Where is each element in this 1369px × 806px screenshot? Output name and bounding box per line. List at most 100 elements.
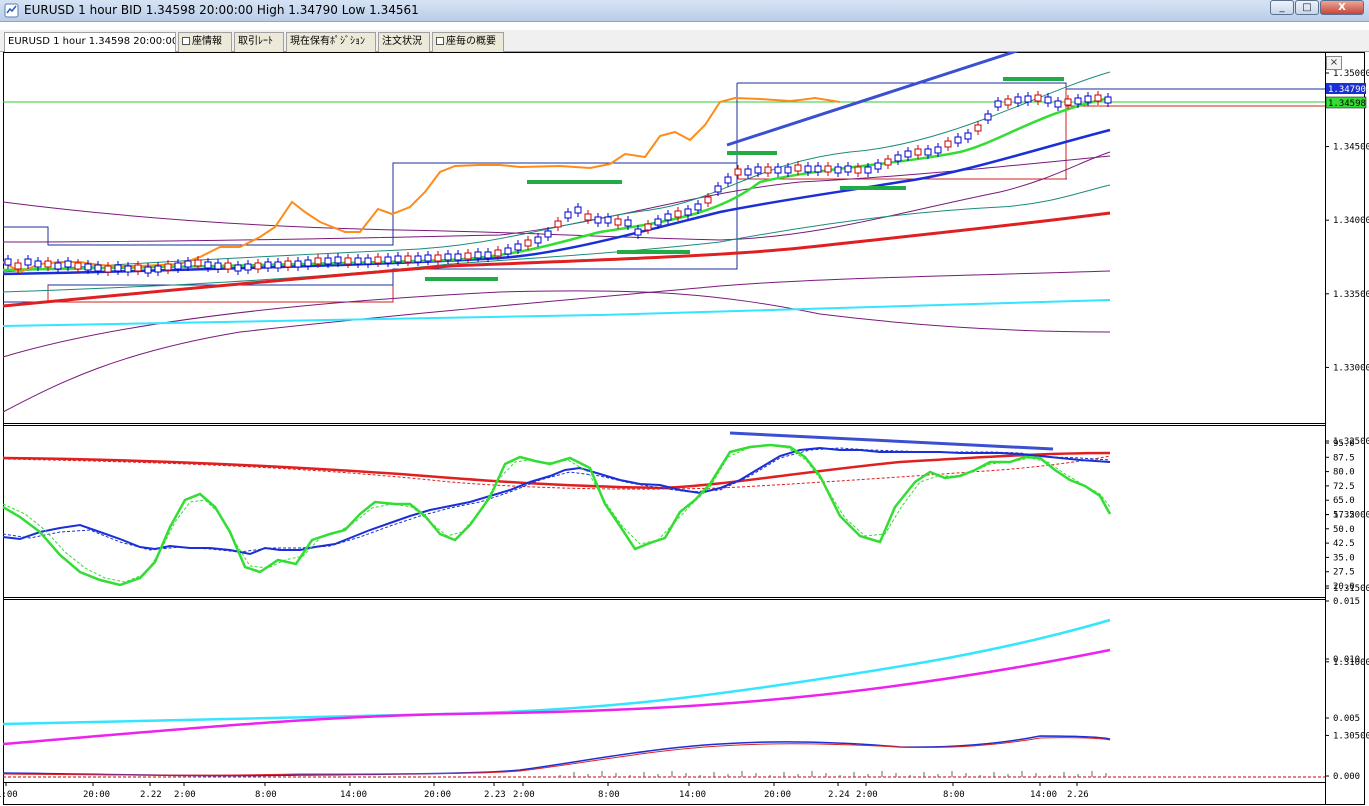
candle-body — [24, 258, 32, 266]
candle-body — [354, 257, 362, 265]
candle-body — [914, 148, 922, 156]
candle-body — [844, 165, 852, 173]
candle-body — [444, 253, 452, 261]
tab-open-positions[interactable]: 現在保有ﾎﾟｼﾞｼｮﾝ — [286, 32, 376, 52]
candle-body — [534, 236, 542, 244]
candle-body — [414, 255, 422, 263]
candle-body — [864, 166, 872, 174]
time-axis: 1:00 20:00 2.22 2:00 8:00 14:00 20:00 2.23 2:00 8… — [0, 782, 1089, 800]
candle-body — [54, 262, 62, 270]
maximize-button[interactable]: □ — [1295, 0, 1319, 15]
price-tick-label: 1.35000 — [1333, 69, 1369, 79]
current-tag-text: 1.34598 — [1328, 99, 1366, 109]
tab-label: EURUSD 1 hour 1.34598 20:00:00 — [8, 36, 176, 47]
volatility-panel — [2, 618, 1325, 778]
time-tick-label: 14:00 — [1030, 790, 1057, 800]
candle-body — [874, 162, 882, 170]
tab-account-info[interactable]: 座情報 — [178, 32, 232, 52]
candle-body — [394, 255, 402, 263]
candle-body — [694, 203, 702, 211]
candle-body — [94, 264, 102, 272]
candle-body — [504, 247, 512, 255]
candle-body — [974, 124, 982, 132]
ichimoku-line — [2, 96, 841, 274]
high-tag-text: 1.34790 — [1328, 85, 1366, 95]
cyan-ma-line — [2, 299, 1111, 327]
window-title: EURUSD 1 hour BID 1.34598 20:00:00 High … — [24, 3, 419, 17]
candle-body — [324, 257, 332, 265]
close-button[interactable]: X — [1320, 0, 1364, 15]
candle-body — [1024, 95, 1032, 103]
chart-canvas[interactable]: 1.350001.345001.340001.335001.330001.325… — [0, 52, 1369, 806]
tab-account-summary[interactable]: 座毎の概要 — [432, 32, 504, 52]
time-tick-label: 20:00 — [764, 790, 791, 800]
minimize-button[interactable]: _ — [1270, 0, 1294, 15]
stoch-tick-label: 80.0 — [1333, 468, 1355, 478]
candle-body — [964, 132, 972, 140]
stoch-tick-label: 20.0 — [1333, 582, 1355, 592]
candle-body — [344, 257, 352, 265]
stoch-axis: 95.0 87.5 80.0 72.5 65.0 57.5 50.0 42.5 35.0 27.5… — [1325, 439, 1355, 592]
candle-body — [634, 228, 642, 236]
macd-tick-label: 0.010 — [1333, 655, 1360, 665]
candle-body — [474, 251, 482, 259]
candle-body — [1044, 96, 1052, 104]
magenta-indicator-line — [2, 648, 1111, 746]
checkbox-icon — [182, 37, 190, 45]
candle-body — [34, 260, 42, 268]
stoch-tick-label: 27.5 — [1333, 568, 1355, 578]
candle-body — [334, 256, 342, 264]
candle-body — [624, 219, 632, 227]
candle-body — [464, 252, 472, 260]
blue-indicator-line — [2, 735, 1111, 777]
candle-body — [1014, 96, 1022, 104]
tab-label: 取引ﾚｰﾄ — [238, 36, 273, 47]
candle-body — [364, 257, 372, 265]
candle-body — [654, 218, 662, 226]
time-tick-label: 2.24 — [828, 790, 850, 800]
candle-body — [854, 166, 862, 174]
macd-tick-label: 0.000 — [1333, 772, 1360, 782]
candle-body — [934, 146, 942, 154]
candle-body — [574, 206, 582, 214]
chart-window-close-button[interactable]: × — [1326, 56, 1342, 70]
band-mid-line — [2, 155, 1111, 243]
candle-body — [1084, 95, 1092, 103]
price-tick-label: 1.34500 — [1333, 143, 1369, 153]
candle-body — [164, 263, 172, 271]
candle-body — [604, 216, 612, 224]
candle-body — [384, 256, 392, 264]
time-tick-label: 20:00 — [83, 790, 110, 800]
tab-eurusd-chart[interactable]: EURUSD 1 hour 1.34598 20:00:00 — [4, 32, 176, 53]
time-tick-label: 1:00 — [0, 790, 18, 800]
candle-body — [214, 262, 222, 270]
checkbox-icon — [436, 37, 444, 45]
candle-body — [454, 253, 462, 261]
red-indicator-line — [2, 737, 1111, 776]
time-tick-label: 2.26 — [1067, 790, 1089, 800]
candle-body — [434, 254, 442, 262]
candle-body — [594, 216, 602, 224]
price-tick-label: 1.33000 — [1333, 363, 1369, 373]
blue-ma-line — [2, 128, 1111, 276]
candle-body — [544, 230, 552, 238]
candle-body — [4, 258, 12, 266]
candle-body — [254, 262, 262, 270]
stoch-tick-label: 65.0 — [1333, 496, 1355, 506]
stoch-tick-label: 57.5 — [1333, 511, 1355, 521]
tab-trade-rate[interactable]: 取引ﾚｰﾄ — [234, 32, 284, 52]
candle-body — [184, 260, 192, 268]
candle-body — [584, 213, 592, 221]
candle-body — [264, 261, 272, 269]
candle-body — [744, 168, 752, 176]
candle-body — [234, 264, 242, 272]
range-box-red — [47, 285, 394, 303]
stoch-tick-label: 50.0 — [1333, 525, 1355, 535]
candle-body — [374, 256, 382, 264]
tab-order-status[interactable]: 注文状況 — [378, 32, 430, 52]
time-tick-label: 8:00 — [255, 790, 277, 800]
candle-body — [924, 148, 932, 156]
chart-tab-bar: EURUSD 1 hour 1.34598 20:00:00 座情報 取引ﾚｰﾄ… — [0, 30, 1369, 53]
candle-body — [774, 166, 782, 174]
candle-body — [124, 265, 132, 273]
